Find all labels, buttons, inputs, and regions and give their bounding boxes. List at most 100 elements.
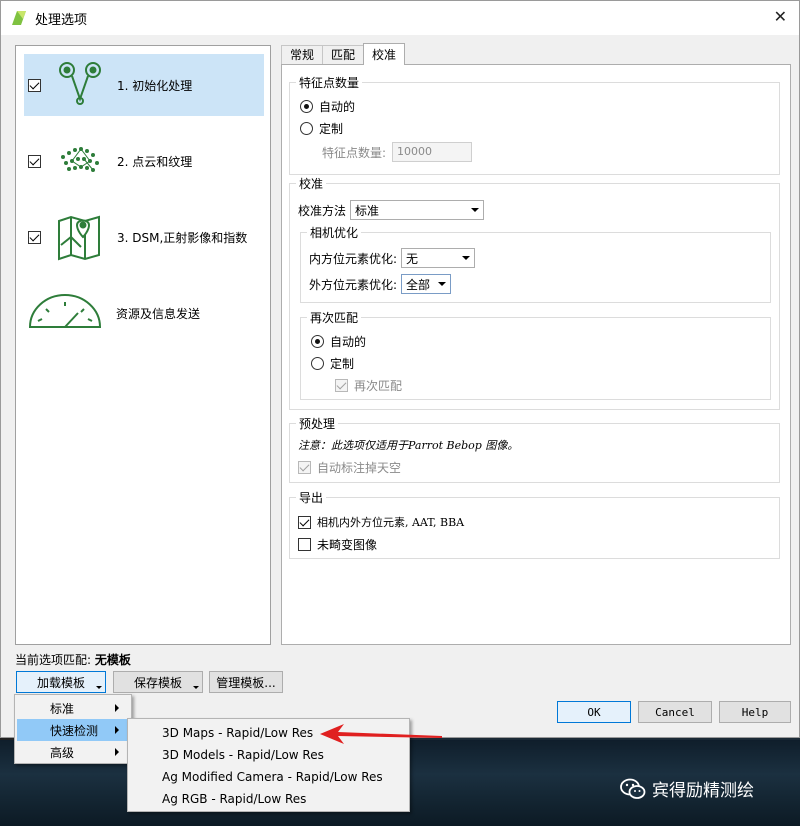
gauge-icon — [28, 294, 102, 328]
step-label: 2. 点云和纹理 — [117, 154, 193, 169]
save-template-button[interactable]: 保存模板 — [113, 671, 203, 693]
group-title: 导出 — [296, 489, 327, 506]
group-title: 校准 — [296, 175, 327, 192]
chevron-right-icon — [115, 726, 119, 734]
option-label: 再次匹配 — [354, 379, 403, 393]
app-logo-icon — [12, 11, 26, 25]
button-label: 保存模板 — [133, 675, 182, 690]
menu-item-label: 高级 — [50, 745, 75, 760]
select-value: 无 — [406, 251, 419, 266]
watermark: 宾得励精测绘 — [620, 776, 754, 801]
close-icon[interactable]: ✕ — [774, 9, 787, 25]
option-label: 自动的 — [319, 100, 356, 114]
export-group: 导出 相机内外方位元素, AAT, BBA 未畸变图像 — [289, 489, 780, 559]
step-point-cloud[interactable]: 2. 点云和纹理 — [24, 130, 264, 192]
dsm-map-icon — [58, 215, 100, 261]
radio-button[interactable] — [311, 357, 324, 370]
keypoints-custom-option[interactable]: 定制 — [300, 120, 343, 137]
sky-mask-row[interactable]: 自动标注掉天空 — [298, 459, 401, 476]
current-template-status: 当前选项匹配: 无模板 — [15, 651, 131, 668]
tab-calibration[interactable]: 校准 — [363, 43, 406, 65]
group-title: 特征点数量 — [296, 74, 363, 91]
external-params-select[interactable]: 全部 — [401, 274, 452, 294]
keypoints-count-row: 特征点数量: 10000 — [322, 142, 473, 162]
step-initial-processing[interactable]: 1. 初始化处理 — [24, 54, 264, 116]
export-undistorted-checkbox[interactable] — [298, 538, 311, 551]
preprocess-note-row: 注意：此选项仅适用于Parrot Bebop 图像。 — [298, 437, 518, 453]
submenu-item-ag-rgb[interactable]: Ag RGB - Rapid/Low Res — [162, 788, 306, 810]
option-label: 自动标注掉天空 — [317, 461, 402, 475]
rematch-auto-option[interactable]: 自动的 — [311, 333, 366, 350]
group-title: 再次匹配 — [307, 309, 362, 326]
rematch-checkbox-row[interactable]: 再次匹配 — [335, 377, 402, 394]
internal-params-select[interactable]: 无 — [401, 248, 476, 268]
tab-bar: 常规 匹配 校准 — [281, 43, 406, 65]
menu-item-rapid[interactable]: 快速检测 — [17, 719, 129, 741]
button-label: 加载模板 — [36, 675, 85, 690]
menu-item-standard[interactable]: 标准 — [17, 697, 129, 719]
current-template-label: 当前选项匹配: — [15, 653, 92, 667]
calibration-method-row: 校准方法 标准 — [298, 200, 485, 220]
tab-general[interactable]: 常规 — [281, 45, 324, 65]
radio-button[interactable] — [311, 335, 324, 348]
menu-item-advanced[interactable]: 高级 — [17, 741, 129, 763]
export-camera-params-row[interactable]: 相机内外方位元素, AAT, BBA — [298, 514, 464, 530]
calibration-method-label: 校准方法 — [298, 203, 347, 218]
help-button[interactable]: Help — [719, 701, 791, 723]
rematch-group: 再次匹配 自动的 定制 再次匹配 — [300, 309, 771, 400]
button-label: 管理模板... — [216, 675, 276, 690]
template-menu: 标准 快速检测 高级 — [14, 694, 132, 764]
step-checkbox[interactable] — [28, 78, 41, 92]
calibration-method-select[interactable]: 标准 — [350, 200, 485, 220]
manage-template-button[interactable]: 管理模板... — [209, 671, 283, 693]
current-template-value: 无模板 — [94, 653, 131, 667]
ok-button[interactable]: OK — [557, 701, 631, 723]
keypoints-auto-option[interactable]: 自动的 — [300, 98, 355, 115]
keypoints-count-input[interactable]: 10000 — [392, 142, 473, 162]
group-title: 相机优化 — [307, 224, 362, 241]
tab-matching[interactable]: 匹配 — [322, 45, 365, 65]
sky-mask-checkbox[interactable] — [298, 461, 311, 474]
step-checkbox[interactable] — [28, 230, 41, 244]
chevron-down-icon — [438, 282, 447, 286]
option-label: 定制 — [330, 357, 355, 371]
camera-optimization-group: 相机优化 内方位元素优化: 无 外方位元素优化: 全部 — [300, 224, 771, 303]
option-label: 自动的 — [330, 335, 367, 349]
select-value: 全部 — [406, 277, 431, 292]
initial-processing-icon — [59, 62, 101, 105]
rematch-custom-option[interactable]: 定制 — [311, 355, 354, 372]
window-title: 处理选项 — [35, 12, 88, 28]
submenu-item-ag-modified[interactable]: Ag Modified Camera - Rapid/Low Res — [162, 766, 383, 788]
export-camera-params-checkbox[interactable] — [298, 515, 311, 529]
export-undistorted-row[interactable]: 未畸变图像 — [298, 536, 377, 553]
option-label: 相机内外方位元素, AAT, BBA — [317, 516, 465, 529]
preprocessing-group: 预处理 注意：此选项仅适用于Parrot Bebop 图像。 自动标注掉天空 — [289, 415, 780, 483]
calibration-group: 校准 校准方法 标准 相机优化 内方位元素优化: 无 外方位元素优化: 全部 再… — [289, 175, 780, 410]
radio-button[interactable] — [300, 100, 313, 113]
point-cloud-icon — [61, 147, 99, 172]
menu-item-label: 快速检测 — [50, 723, 99, 738]
menu-item-label: 标准 — [50, 701, 75, 716]
internal-params-label: 内方位元素优化: — [309, 251, 398, 266]
radio-button[interactable] — [300, 122, 313, 135]
internal-params-row: 内方位元素优化: 无 — [309, 248, 476, 268]
watermark-text: 宾得励精测绘 — [652, 781, 754, 801]
wechat-icon — [620, 778, 646, 799]
preprocess-note: 注意：此选项仅适用于Parrot Bebop 图像。 — [298, 439, 519, 452]
step-checkbox[interactable] — [28, 154, 41, 168]
chevron-right-icon — [115, 704, 119, 712]
submenu-item-3d-models[interactable]: 3D Models - Rapid/Low Res — [162, 744, 324, 766]
step-resources[interactable]: 资源及信息发送 — [24, 282, 264, 344]
external-params-label: 外方位元素优化: — [309, 277, 398, 292]
chevron-down-icon — [462, 256, 471, 260]
submenu-item-3d-maps[interactable]: 3D Maps - Rapid/Low Res — [162, 722, 313, 744]
steps-panel: 1. 初始化处理 2. 点云和纹理 3. DSM,正射影像和指数 资源及信息发送 — [15, 45, 271, 645]
step-dsm[interactable]: 3. DSM,正射影像和指数 — [24, 206, 264, 268]
rematch-checkbox[interactable] — [335, 379, 348, 392]
dropdown-arrow-icon — [193, 686, 199, 689]
step-label: 1. 初始化处理 — [117, 78, 193, 93]
cancel-button[interactable]: Cancel — [638, 701, 712, 723]
red-annotation-arrow — [320, 724, 442, 744]
calibration-tab-content: 特征点数量 自动的 定制 特征点数量: 10000 校准 校准方法 标准 相机优… — [281, 64, 791, 645]
load-template-button[interactable]: 加载模板 — [16, 671, 106, 693]
